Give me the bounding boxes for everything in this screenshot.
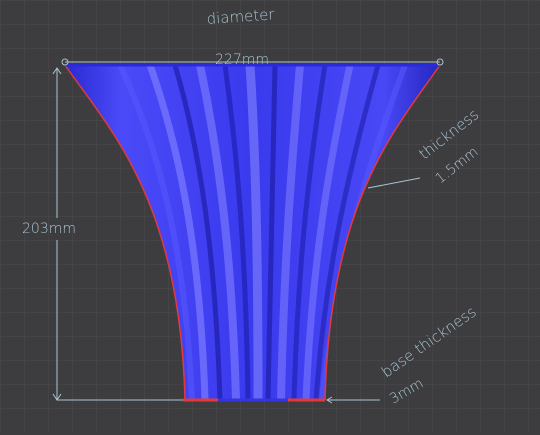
cad-viewport: diameter 227mm 203mm thickness 1.5mm bas… — [0, 0, 540, 431]
height-value: 203mm — [22, 221, 76, 237]
vase-drawing: diameter 227mm 203mm thickness 1.5mm bas… — [0, 0, 540, 431]
diameter-value: 227mm — [215, 52, 269, 68]
